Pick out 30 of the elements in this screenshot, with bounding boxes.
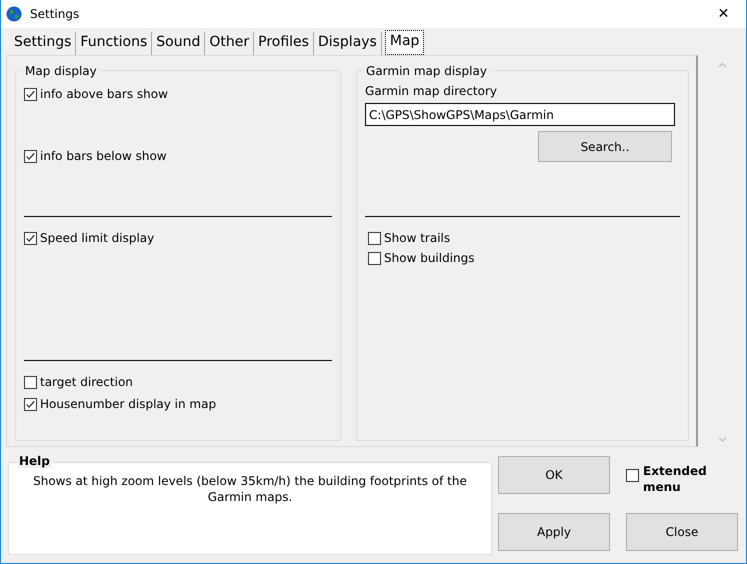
field-label: Garmin map directory	[365, 84, 498, 98]
checkbox-label[interactable]: info bars below show	[40, 149, 167, 163]
directory-field[interactable]: C:\GPS\ShowGPS\Maps\Garmin	[365, 103, 676, 126]
help-title: Help	[17, 454, 52, 468]
group-title: Garmin map display	[363, 64, 490, 78]
checkbox[interactable]	[24, 376, 37, 388]
checkbox-label[interactable]: info above bars show	[40, 87, 168, 101]
checkbox[interactable]	[24, 232, 37, 244]
checkbox[interactable]	[24, 88, 37, 100]
group-title: Map display	[22, 64, 100, 78]
checkbox-label[interactable]: target direction	[40, 375, 133, 389]
checkbox[interactable]	[368, 252, 382, 264]
tab[interactable]: Map	[384, 30, 424, 55]
checkbox-label[interactable]: Show buildings	[384, 251, 475, 265]
checkbox[interactable]	[24, 398, 37, 410]
help-text: Shows at high zoom levels (below 35km/h) the building footprints of the Garmin maps.	[32, 473, 468, 505]
window-title: Settings	[30, 7, 80, 21]
checkbox-label[interactable]: Extended menu	[643, 463, 723, 495]
checkbox[interactable]	[368, 232, 382, 244]
ok-button[interactable]: OK	[498, 456, 610, 494]
checkbox-label[interactable]: Speed limit display	[40, 231, 154, 245]
close-icon[interactable]: ✕	[701, 6, 746, 22]
apply-button[interactable]: Apply	[498, 512, 610, 550]
checkbox[interactable]	[24, 150, 37, 162]
close-button[interactable]: Close	[626, 512, 738, 550]
checkbox-label[interactable]: Show trails	[384, 231, 450, 245]
checkbox-label[interactable]: Housenumber display in map	[40, 397, 216, 411]
search-button[interactable]: Search..	[538, 131, 672, 162]
checkbox[interactable]	[626, 469, 639, 482]
globe-icon	[6, 6, 22, 22]
